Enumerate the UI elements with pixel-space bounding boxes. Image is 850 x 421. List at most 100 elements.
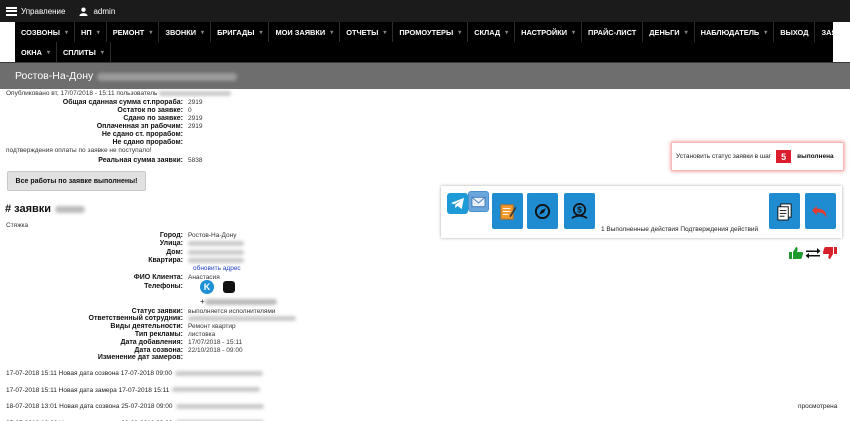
menu-item-12[interactable]: ДЕНЬГИ ▾ [643,22,695,42]
summary-value: 2919 [188,98,203,106]
menu-item-2[interactable]: СПЛИТЫ ▾ [57,42,111,62]
top-bar: Управление admin [0,0,850,22]
menu-item-1[interactable]: ОКНА ▾ [15,42,57,62]
status-step-button[interactable]: 5 [776,150,792,163]
field-label: Тип рекламы: [134,330,183,338]
mail-icon [471,196,486,207]
chevron-down-icon: ▾ [764,29,768,36]
status-done-label: выполнена [797,153,834,160]
field-value: 22/10/2018 - 09:00 [188,346,243,354]
order-field: Виды деятельности: Ремонт квартир [0,323,330,331]
svg-text:$: $ [577,204,582,214]
navigate-button[interactable] [527,193,558,229]
summary-label: Оплаченная зп рабочим: [96,122,183,130]
documents-button[interactable] [769,193,800,229]
menu-item-label: ПРАЙС-ЛИСТ [588,27,637,37]
redacted-text [172,387,261,393]
payment-button[interactable]: $ [564,193,595,229]
menu-item-6[interactable]: МОИ ЗАЯВКИ ▾ [269,22,341,42]
phone-number[interactable]: + [200,297,277,306]
chevron-down-icon: ▾ [572,29,576,36]
undo-icon [812,205,827,218]
summary-row: Реальная сумма заявки: 5838 [0,156,300,164]
menu-item-7[interactable]: ОТЧЕТЫ ▾ [340,22,394,42]
menu-item-5[interactable]: БРИГАДЫ ▾ [211,22,270,42]
log-text: 17-07-2018 15:11 Новая дата созвона 17-0… [6,370,173,377]
compass-icon [534,203,551,219]
phone-icons: K [200,280,235,294]
redacted-text [188,241,244,246]
thumbs-down-icon[interactable] [822,246,838,260]
summary-row: Общая сданная сумма ст.прораба: 2919 [0,98,300,106]
hamburger-icon[interactable] [6,6,17,16]
menu-item-label: СОЗВОНЫ [21,27,61,37]
menu-item-9[interactable]: СКЛАД ▾ [468,22,516,42]
summary-value: 0 [188,106,192,114]
menu-item-label: НАБЛЮДАТЕЛЬ [700,27,760,37]
update-address-link[interactable]: обновить адрес [193,265,241,272]
chevron-down-icon: ▾ [65,29,69,36]
chevron-down-icon: ▾ [46,49,50,56]
user-menu[interactable]: admin [79,7,115,16]
username: admin [93,6,116,16]
chevron-down-icon: ▾ [149,29,153,36]
summary-value: 2919 [188,114,203,122]
summary-row: Не сдано прорабом: [0,138,300,146]
order-field: Дата добавления: 17/07/2018 - 15:11 [0,338,330,346]
telegram-icon [451,197,464,210]
field-value: листовка [188,330,216,338]
summary-value: 2919 [188,122,203,130]
actions-summary: 1 Выполненные действия Подтверждения дей… [601,226,759,233]
telegram-button[interactable] [447,193,468,214]
mail-button[interactable] [468,191,489,212]
chevron-down-icon: ▾ [100,49,104,56]
redacted-text [55,205,86,213]
edit-button[interactable] [492,193,523,229]
menu-item-11[interactable]: ПРАЙС-ЛИСТ [582,22,644,42]
undo-button[interactable] [805,193,836,229]
menu-item-label: НП [81,27,92,37]
payment-notice: подтверждения оплаты по заявке не поступ… [6,147,152,154]
status-text: Установить статус заявки в шаг [676,153,772,160]
order-field: Статус заявки: выполняется исполнителями [0,307,330,315]
menu-item-14[interactable]: ВЫХОД [774,22,816,42]
redacted-text [188,258,244,263]
app-label[interactable]: Управление [21,7,65,16]
phone-prefix: + [200,297,205,306]
documents-icon [777,202,792,220]
log-text: 18-07-2018 13:01 Новая дата созвона 25-0… [6,403,173,410]
field-label: Дата добавления: [120,338,184,346]
menu-item-2[interactable]: НП ▾ [75,22,107,42]
chevron-down-icon: ▾ [259,29,263,36]
log-entry: 17-07-2018 15:11 Новая дата замера 17-07… [6,386,261,394]
menu-item-4[interactable]: ЗВОНКИ ▾ [159,22,212,42]
order-field: Город: Ростов-На-Дону [0,231,330,239]
menu-item-15[interactable]: ЗАЯВКИ МЕБ [815,22,850,42]
summary-label: Сдано по заявке: [123,114,183,122]
thumbs-up-icon[interactable] [788,246,804,260]
menu-item-13[interactable]: НАБЛЮДАТЕЛЬ ▾ [695,22,775,42]
swap-arrows-icon[interactable] [805,247,821,259]
summary-label: Не сдано ст. прорабом: [101,130,183,138]
chevron-down-icon: ▾ [505,29,509,36]
k-app-icon[interactable]: K [200,280,214,294]
order-field: Улица: [0,240,330,248]
all-work-done-button[interactable]: Все работы по заявке выполнены! [7,171,146,191]
field-label: Изменение дат замеров: [97,354,183,362]
city-title: Ростов-На-Дону [15,70,94,82]
field-value: Ремонт квартир [188,323,236,331]
menu-item-8[interactable]: ПРОМОУТЕРЫ ▾ [393,22,469,42]
order-field: Квартира: [0,257,330,265]
header-band: Ростов-На-Дону [0,63,850,89]
menu-item-label: ВЫХОД [780,27,809,37]
messenger-icon[interactable] [223,281,235,293]
log-text: 17-07-2018 15:11 Новая дата замера 17-07… [6,386,170,394]
main-menu: СОЗВОНЫ ▾ НП ▾ РЕМОНТ ▾ ЗВОНКИ ▾ БРИГАДЫ ▾ МОИ ЗАЯ… [15,22,850,62]
action-panel: $ 1 Выполненные действия Подтверждения д… [441,186,842,238]
menu-item-10[interactable]: НАСТРОЙКИ ▾ [515,22,583,42]
chevron-down-icon: ▾ [458,29,462,36]
redacted-text [188,249,244,255]
order-title-text: # заявки [5,203,52,215]
menu-item-1[interactable]: СОЗВОНЫ ▾ [15,22,76,42]
menu-item-3[interactable]: РЕМОНТ ▾ [107,22,160,42]
